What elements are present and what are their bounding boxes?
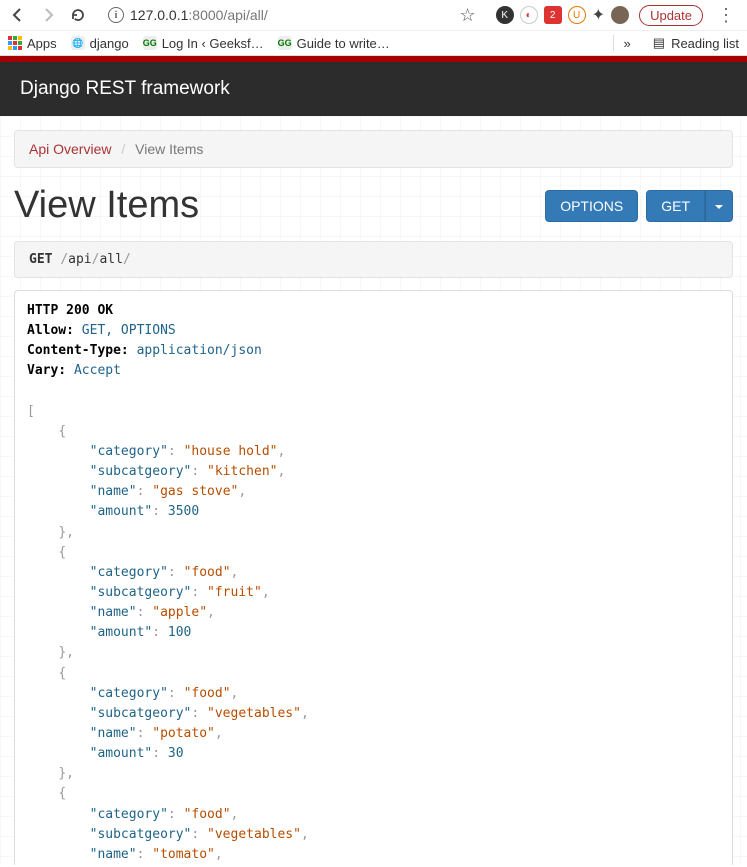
site-info-icon[interactable]: i <box>108 7 124 23</box>
bookmarks-bar: Apps 🌐django GGLog In ‹ Geeksf… GGGuide … <box>0 30 747 55</box>
response-body: [ { "category": "house hold", "subcatgeo… <box>27 404 309 865</box>
ext-icon-3[interactable]: 2 <box>544 6 562 24</box>
page-content: Api Overview / View Items View Items OPT… <box>0 116 747 865</box>
reading-list-icon: ▤ <box>653 35 665 51</box>
get-button[interactable]: GET <box>646 190 705 222</box>
favicon-gfg-2: GG <box>278 36 292 50</box>
browser-toolbar: i 127.0.0.1:8000/api/all/ ☆ K ◐ 2 U ✦ Up… <box>0 0 747 30</box>
request-method: GET <box>29 252 52 267</box>
breadcrumb-root[interactable]: Api Overview <box>29 141 111 157</box>
reading-list-button[interactable]: Reading list <box>671 36 739 51</box>
back-button[interactable] <box>8 5 28 25</box>
bookmarks-overflow[interactable]: » <box>624 36 631 51</box>
request-box: GET /api/all/ <box>14 241 733 278</box>
page-scroll[interactable]: Django REST framework Api Overview / Vie… <box>0 62 747 865</box>
breadcrumb-current: View Items <box>135 141 203 157</box>
extension-icons: K ◐ 2 U ✦ <box>496 5 629 25</box>
url-text: 127.0.0.1:8000/api/all/ <box>130 7 268 23</box>
url-bar[interactable]: i 127.0.0.1:8000/api/all/ ☆ <box>98 2 486 29</box>
bookmark-star-icon[interactable]: ☆ <box>460 5 476 26</box>
brand-link[interactable]: Django REST framework <box>20 78 230 99</box>
ext-icon-4[interactable]: U <box>568 6 586 24</box>
page-title: View Items <box>14 184 199 227</box>
apps-shortcut[interactable]: Apps <box>8 36 57 51</box>
ext-icon-2[interactable]: ◐ <box>520 6 538 24</box>
response-box: HTTP 200 OK Allow: GET, OPTIONS Content-… <box>14 290 733 865</box>
favicon-gfg-1: GG <box>143 36 157 50</box>
get-button-group: GET <box>646 190 733 222</box>
chrome-menu-icon[interactable]: ⋮ <box>713 5 739 26</box>
chevron-down-icon <box>715 205 723 209</box>
breadcrumb: Api Overview / View Items <box>14 130 733 168</box>
get-dropdown-toggle[interactable] <box>705 190 733 222</box>
response-status: HTTP 200 OK <box>27 303 113 318</box>
globe-icon: 🌐 <box>71 36 85 50</box>
options-button[interactable]: OPTIONS <box>545 190 638 222</box>
forward-button[interactable] <box>38 5 58 25</box>
bookmark-django[interactable]: 🌐django <box>71 36 129 51</box>
reload-button[interactable] <box>68 5 88 25</box>
update-button[interactable]: Update <box>639 5 703 26</box>
bookmark-login[interactable]: GGLog In ‹ Geeksf… <box>143 36 264 51</box>
apps-grid-icon <box>8 36 22 50</box>
breadcrumb-separator: / <box>115 141 131 157</box>
bookmark-guide[interactable]: GGGuide to write… <box>278 36 390 51</box>
ext-icon-1[interactable]: K <box>496 6 514 24</box>
drf-navbar: Django REST framework <box>0 62 747 116</box>
extensions-menu-icon[interactable]: ✦ <box>592 5 605 25</box>
browser-chrome: i 127.0.0.1:8000/api/all/ ☆ K ◐ 2 U ✦ Up… <box>0 0 747 56</box>
profile-avatar-icon[interactable] <box>611 6 629 24</box>
